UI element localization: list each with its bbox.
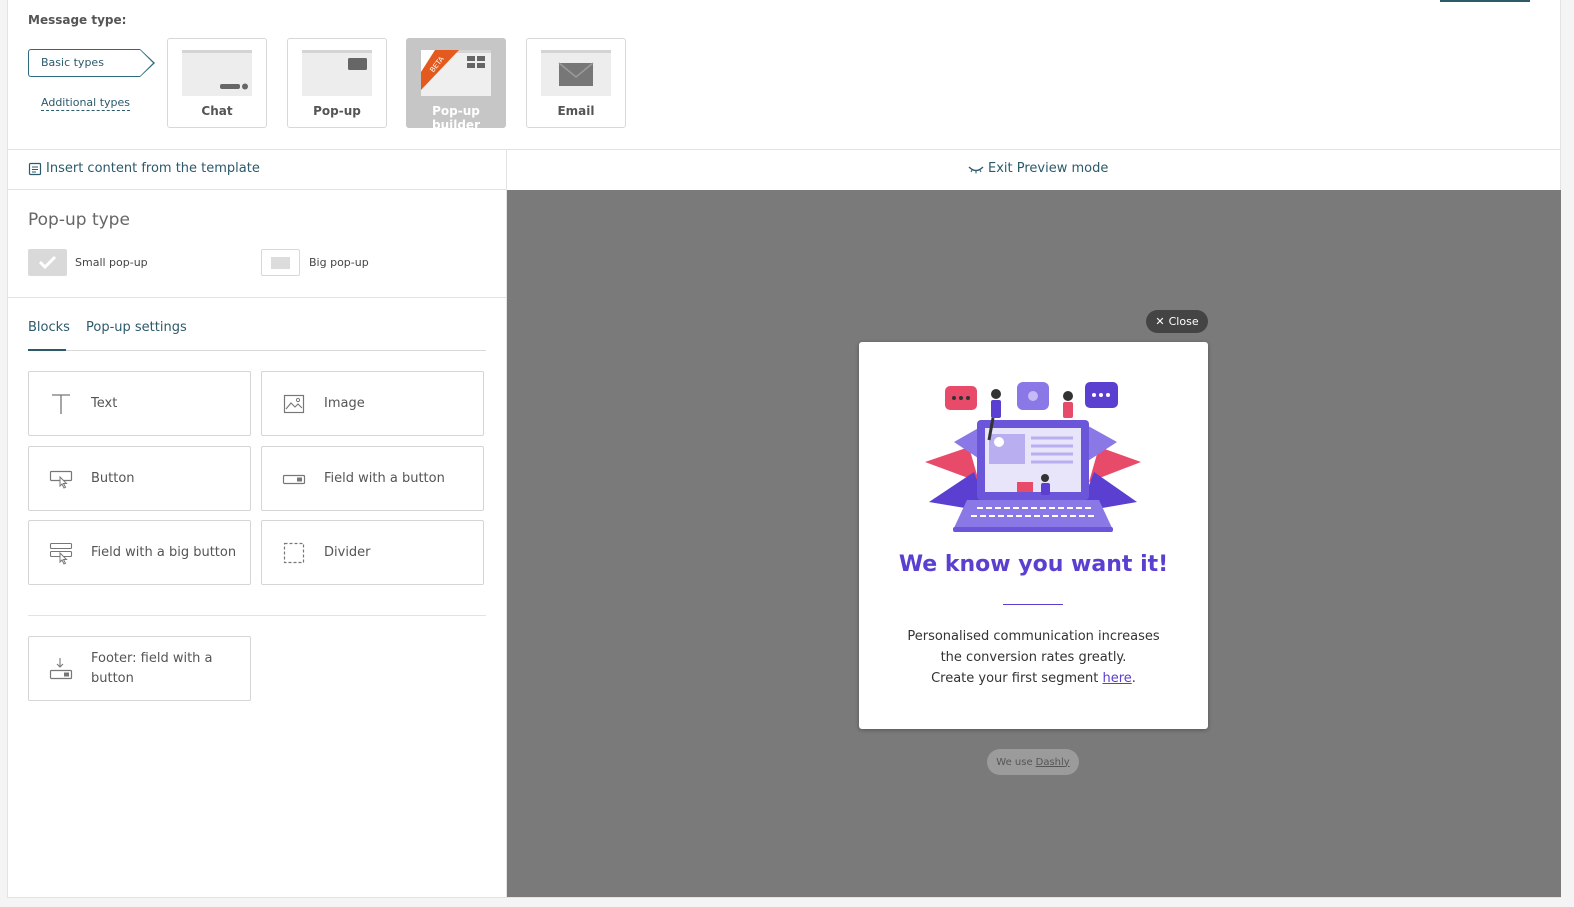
small-popup-checkbox[interactable] — [28, 249, 67, 276]
block-label: Footer: field with a button — [91, 650, 213, 686]
popup-close-button[interactable]: ✕ Close — [1146, 310, 1208, 333]
block-label: Divider — [324, 544, 371, 560]
block-button[interactable]: Button — [28, 446, 251, 511]
block-text[interactable]: Text — [28, 371, 251, 436]
blocks-tabs: Blocks Pop-up settings — [28, 320, 486, 351]
footer-field-icon — [49, 657, 73, 681]
block-label: Button — [91, 470, 135, 486]
message-type-label: Message type: — [28, 13, 127, 27]
block-field-big-button[interactable]: Field with a big button — [28, 520, 251, 585]
block-divider[interactable]: Divider — [261, 520, 484, 585]
powered-by-badge[interactable]: We use Dashly — [987, 749, 1079, 775]
top-accent-line — [1440, 0, 1530, 2]
field-button-icon — [282, 467, 306, 491]
blocks-divider — [28, 615, 486, 616]
block-image[interactable]: Image — [261, 371, 484, 436]
insert-template-label: Insert content from the template — [46, 161, 260, 176]
image-icon — [282, 392, 306, 416]
popup-type-title: Pop-up type — [28, 210, 130, 230]
type-card-popup-builder[interactable]: BETA Pop-up builder — [406, 38, 506, 132]
popup-type-divider — [8, 297, 507, 298]
exit-preview-label: Exit Preview mode — [988, 161, 1109, 176]
toolbar-divider — [8, 189, 507, 190]
chat-thumb-icon — [182, 50, 252, 96]
tab-popup-settings[interactable]: Pop-up settings — [86, 320, 187, 351]
block-label: Text — [91, 395, 118, 411]
insert-template-link[interactable]: Insert content from the template — [28, 161, 260, 176]
big-popup-label[interactable]: Big pop-up — [309, 256, 369, 269]
type-card-chat[interactable]: Chat — [167, 38, 267, 128]
popup-title: We know you want it! — [898, 552, 1169, 577]
block-label: Field with a big button — [91, 544, 237, 560]
popup-builder-thumb-icon: BETA — [421, 50, 491, 96]
field-big-button-icon — [49, 541, 73, 565]
additional-types-link[interactable]: Additional types — [41, 96, 131, 111]
popup-preview: We know you want it! Personalised commun… — [859, 342, 1208, 729]
powered-by-label: We use — [996, 756, 1033, 768]
type-card-popup[interactable]: Pop-up — [287, 38, 387, 128]
type-card-label: Chat — [201, 104, 233, 118]
button-icon — [49, 467, 73, 491]
type-card-email[interactable]: Email — [526, 38, 626, 128]
popup-body-line: Personalised communication increases — [907, 629, 1160, 644]
email-thumb-icon — [541, 50, 611, 96]
block-field-with-button[interactable]: Field with a button — [261, 446, 484, 511]
eye-closed-icon — [968, 166, 984, 173]
laptop-illustration-icon — [925, 382, 1141, 532]
type-card-label: Email — [557, 104, 595, 118]
tab-blocks[interactable]: Blocks — [28, 320, 70, 351]
popup-thumb-icon — [302, 50, 372, 96]
popup-title-underline — [1003, 604, 1063, 605]
popup-body-suffix: . — [1131, 671, 1136, 686]
type-card-label: Pop-up — [313, 104, 361, 118]
popup-body-text: Personalised communication increases the… — [879, 626, 1188, 689]
basic-types-tab[interactable]: Basic types — [28, 49, 155, 77]
popup-body-line: the conversion rates greatly. — [940, 650, 1127, 665]
divider-icon — [282, 541, 306, 565]
block-label: Field with a button — [324, 470, 445, 486]
popup-body-line: Create your first segment here. — [879, 668, 1188, 689]
check-icon — [38, 255, 57, 270]
big-popup-checkbox[interactable] — [261, 249, 300, 276]
close-icon: ✕ — [1155, 315, 1165, 328]
block-label: Image — [324, 395, 365, 411]
small-popup-label[interactable]: Small pop-up — [75, 256, 148, 269]
section-divider — [8, 149, 1560, 150]
template-icon — [28, 162, 42, 175]
type-card-label: Pop-up builder — [431, 104, 480, 132]
text-icon — [49, 392, 73, 416]
popup-here-link[interactable]: here — [1102, 671, 1131, 686]
block-footer-field[interactable]: Footer: field with a button — [28, 636, 251, 701]
exit-preview-link[interactable]: Exit Preview mode — [968, 161, 1108, 176]
popup-body-prefix: Create your first segment — [931, 671, 1103, 686]
app-frame: Message type: Basic types Additional typ… — [7, 0, 1561, 898]
brand-link[interactable]: Dashly — [1036, 757, 1070, 768]
close-label: Close — [1168, 315, 1199, 328]
